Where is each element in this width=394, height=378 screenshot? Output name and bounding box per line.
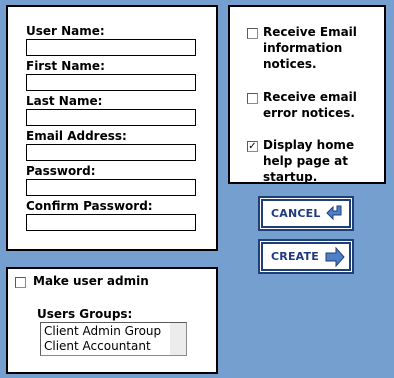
list-item[interactable]: Client Accountant — [44, 339, 151, 354]
list-item[interactable]: Client Admin Group — [44, 324, 161, 339]
cancel-button-label: CANCEL — [271, 207, 321, 220]
last-name-input[interactable] — [26, 109, 196, 126]
groups-scrollbar[interactable] — [170, 323, 186, 355]
make-user-admin-checkbox[interactable] — [15, 277, 26, 288]
user-name-input[interactable] — [26, 39, 196, 56]
home-help-startup-label: Display home help page at startup. — [263, 138, 355, 184]
email-info-notices-checkbox[interactable] — [247, 28, 258, 39]
make-user-admin-label: Make user admin — [33, 274, 149, 288]
first-name-label: First Name: — [26, 59, 105, 73]
password-input[interactable] — [26, 179, 196, 196]
create-button-label: CREATE — [271, 250, 319, 263]
create-button[interactable]: CREATE — [260, 241, 352, 272]
confirm-password-input[interactable] — [26, 214, 196, 231]
admin-groups-panel: Make user admin Users Groups: Client Adm… — [6, 267, 218, 374]
return-arrow-icon — [326, 205, 342, 221]
last-name-label: Last Name: — [26, 94, 103, 108]
user-details-panel: User Name: First Name: Last Name: Email … — [6, 5, 218, 251]
user-name-label: User Name: — [26, 24, 105, 38]
email-address-input[interactable] — [26, 144, 196, 161]
email-error-notices-checkbox[interactable] — [247, 93, 258, 104]
email-info-notices-label: Receive Email information notices. — [263, 25, 357, 71]
email-address-label: Email Address: — [26, 129, 127, 143]
email-error-notices-label: Receive email error notices. — [263, 90, 357, 120]
notification-preferences-panel: Receive Email information notices. Recei… — [228, 5, 386, 184]
home-help-startup-checkbox[interactable]: ✓ — [247, 141, 258, 152]
password-label: Password: — [26, 164, 96, 178]
checkmark-icon: ✓ — [248, 141, 257, 152]
cancel-button[interactable]: CANCEL — [260, 198, 352, 229]
users-groups-label: Users Groups: — [37, 307, 133, 321]
right-arrow-icon — [325, 247, 345, 267]
create-user-dialog: { "user_form": { "fields": [ {"label": "… — [0, 0, 394, 378]
first-name-input[interactable] — [26, 74, 196, 91]
confirm-password-label: Confirm Password: — [26, 199, 153, 213]
users-groups-list[interactable]: Client Admin Group Client Accountant — [40, 322, 187, 356]
